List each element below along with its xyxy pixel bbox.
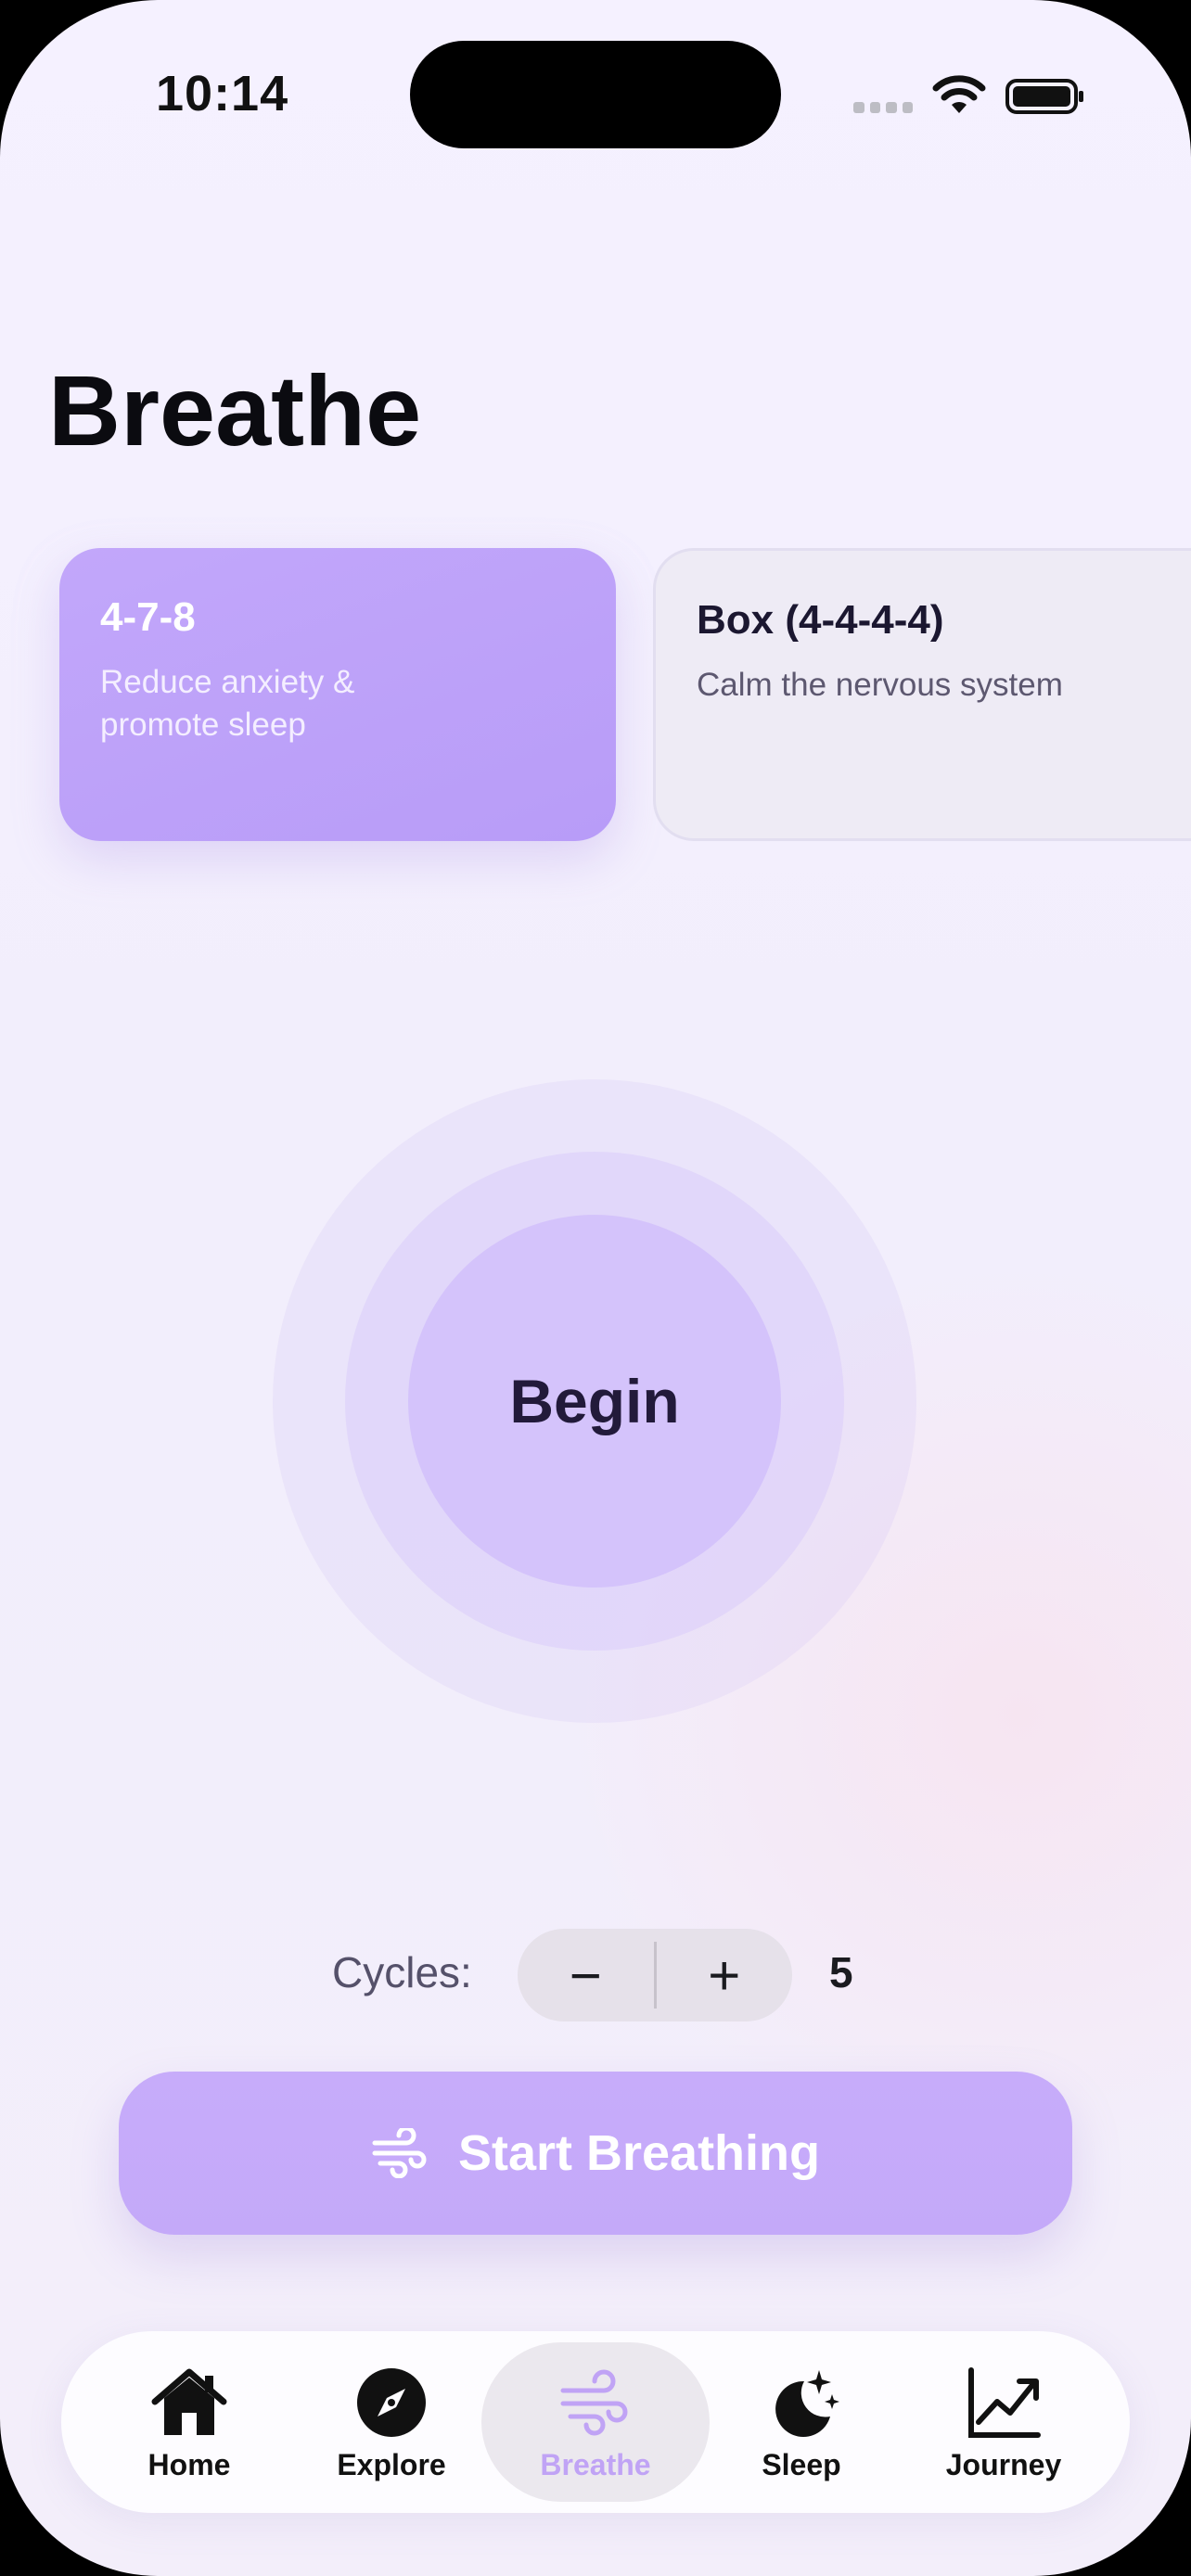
wind-icon [560, 2369, 628, 2435]
tab-label: Sleep [762, 2447, 841, 2481]
technique-card-4-7-8[interactable]: 4-7-8 Reduce anxiety & promote sleep [59, 548, 616, 841]
tab-bar: Home Explore Breathe Sleep Journey [61, 2331, 1130, 2513]
tab-label: Breathe [540, 2447, 651, 2481]
start-breathing-label: Start Breathing [457, 2125, 821, 2181]
tab-explore[interactable]: Explore [289, 2342, 493, 2502]
compass-icon [357, 2367, 426, 2437]
tab-label: Explore [337, 2447, 446, 2481]
begin-button[interactable]: Begin [408, 1215, 781, 1588]
tab-journey[interactable]: Journey [902, 2342, 1106, 2502]
wind-icon [372, 2128, 427, 2178]
tab-breathe[interactable]: Breathe [481, 2342, 710, 2502]
cycles-decrement-button[interactable]: − [518, 1929, 654, 2021]
dynamic-island [410, 41, 781, 148]
cycles-increment-button[interactable]: + [657, 1929, 793, 2021]
wifi-icon [932, 75, 986, 113]
cycles-stepper: − + [518, 1929, 792, 2021]
begin-label: Begin [509, 1367, 680, 1435]
technique-name: 4-7-8 [100, 594, 196, 640]
tab-home[interactable]: Home [87, 2342, 291, 2502]
tab-sleep[interactable]: Sleep [699, 2342, 903, 2502]
moon-stars-icon [775, 2369, 839, 2437]
status-time: 10:14 [156, 66, 289, 121]
cycles-value: 5 [829, 1948, 853, 1996]
cycles-label: Cycles: [332, 1948, 472, 1996]
start-breathing-button[interactable]: Start Breathing [119, 2072, 1072, 2235]
technique-name: Box (4-4-4-4) [697, 597, 944, 643]
battery-icon [1005, 79, 1083, 114]
technique-description: Calm the nervous system [697, 667, 1063, 703]
tab-label: Home [147, 2447, 231, 2481]
cellular-signal-icon [853, 102, 913, 115]
technique-description: Reduce anxiety & promote sleep [100, 664, 355, 743]
technique-card-box[interactable]: Box (4-4-4-4) Calm the nervous system [653, 548, 1191, 841]
page-title: Breathe [48, 354, 422, 466]
chart-up-icon [968, 2366, 1041, 2438]
tab-label: Journey [945, 2447, 1062, 2481]
home-icon [151, 2368, 227, 2435]
screen: 10:14 Breathe 4-7-8 Reduce anxiety & pro… [0, 0, 1191, 2576]
